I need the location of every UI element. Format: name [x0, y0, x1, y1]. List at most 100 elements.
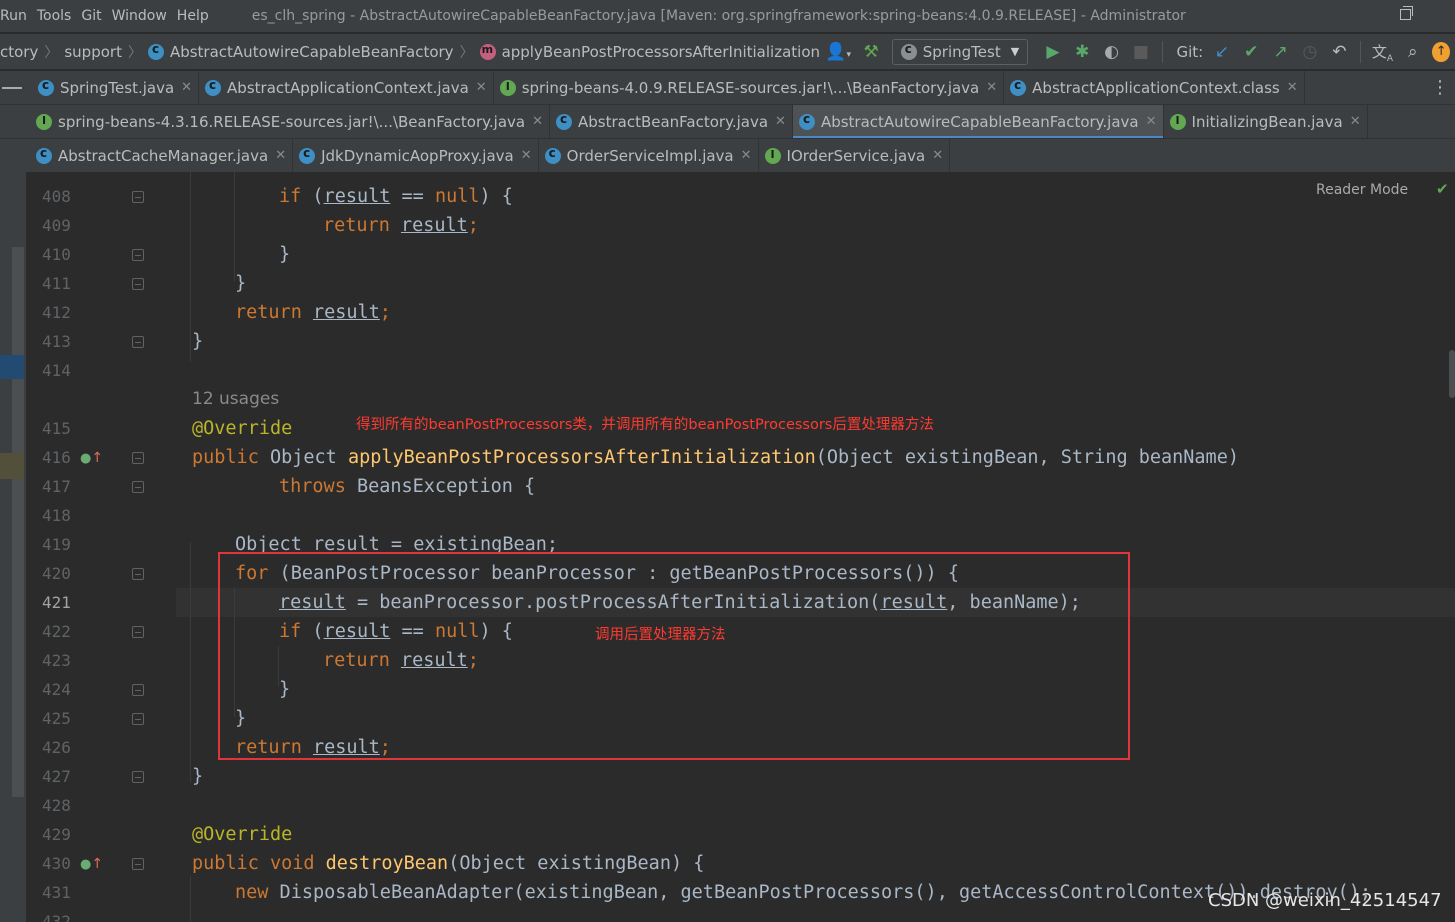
code-line-412[interactable]: return result;: [235, 298, 391, 327]
rollback-icon[interactable]: ↶: [1330, 41, 1349, 63]
fold-icon[interactable]: [132, 336, 144, 348]
fold-icon[interactable]: [132, 568, 144, 580]
chevron-right-icon: 〉: [44, 44, 59, 61]
fold-icon[interactable]: [132, 626, 144, 638]
close-icon[interactable]: ✕: [932, 148, 943, 163]
search-icon[interactable]: ⌕: [1403, 41, 1422, 63]
tab-label: AbstractBeanFactory.java: [578, 112, 769, 131]
keyword: public: [192, 853, 259, 874]
interface-icon: [1169, 113, 1186, 130]
code-line-427[interactable]: }: [192, 762, 203, 791]
update-notification-icon[interactable]: ↑: [1432, 41, 1451, 62]
vertical-scrollbar[interactable]: [1449, 350, 1455, 398]
stop-icon[interactable]: ■: [1131, 41, 1150, 63]
close-icon[interactable]: ✕: [521, 148, 532, 163]
reader-mode-toggle[interactable]: Reader Mode: [1316, 182, 1408, 198]
tab-springtest[interactable]: SpringTest.java ✕: [32, 71, 200, 104]
editor-tabs-row-3: AbstractCacheManager.java ✕ JdkDynamicAop…: [0, 139, 1455, 173]
fold-icon[interactable]: [132, 249, 144, 261]
fold-icon[interactable]: [132, 713, 144, 725]
restore-window-button[interactable]: [1400, 6, 1413, 20]
breadcrumb-class[interactable]: AbstractAutowireCapableBeanFactory: [147, 42, 454, 61]
git-commit-icon[interactable]: ✔: [1242, 41, 1261, 63]
git-push-icon[interactable]: ↗: [1271, 41, 1290, 63]
class-icon: [147, 42, 164, 60]
menu-tools[interactable]: Tools: [32, 8, 77, 24]
code-line-417[interactable]: throws BeansException {: [279, 472, 535, 501]
tab-abstract-application-context-class[interactable]: AbstractApplicationContext.class ✕: [1004, 71, 1305, 104]
menu-run[interactable]: Run: [0, 8, 32, 24]
close-icon[interactable]: ✕: [986, 80, 997, 95]
line-number: 413: [42, 332, 71, 351]
run-configuration-select[interactable]: SpringTest ▼: [891, 38, 1029, 65]
code-line-415[interactable]: @Override: [192, 414, 292, 443]
override-marker-icon[interactable]: ●↑: [80, 450, 103, 466]
tab-initializing-bean[interactable]: InitializingBean.java ✕: [1164, 105, 1368, 138]
tab-iorder-service[interactable]: IOrderService.java ✕: [759, 139, 951, 172]
tab-bean-factory-4316[interactable]: spring-beans-4.3.16.RELEASE-sources.jar!…: [30, 105, 550, 138]
fold-icon[interactable]: [132, 278, 144, 290]
code-line-429[interactable]: @Override: [192, 820, 292, 849]
strip-bar: [12, 247, 24, 797]
fold-icon[interactable]: [132, 481, 144, 493]
close-icon[interactable]: ✕: [775, 114, 786, 129]
breadcrumb-label: AbstractAutowireCapableBeanFactory: [169, 42, 454, 61]
tab-abstract-cache-manager[interactable]: AbstractCacheManager.java ✕: [30, 139, 294, 172]
code-line-416[interactable]: public Object applyBeanPostProcessorsAft…: [192, 443, 1239, 472]
close-icon[interactable]: ✕: [741, 148, 752, 163]
menu-git[interactable]: Git: [76, 8, 106, 24]
more-vertical-icon[interactable]: ⋮: [1431, 77, 1449, 98]
menu-window[interactable]: Window: [107, 8, 172, 24]
code-editor[interactable]: 408 409 410 411 412 413 414 415 416 417 …: [0, 172, 1455, 922]
code-line-408[interactable]: if (result == null) {: [279, 182, 513, 211]
tab-jdk-dynamic-aop-proxy[interactable]: JdkDynamicAopProxy.java ✕: [293, 139, 539, 172]
class-icon: [299, 146, 316, 164]
class-icon: [36, 146, 52, 164]
breadcrumb-package[interactable]: ctory: [0, 43, 38, 61]
method-name: applyBeanPostProcessorsAfterInitializati…: [347, 447, 816, 468]
close-icon[interactable]: ✕: [275, 148, 286, 163]
menu-help[interactable]: Help: [172, 8, 214, 24]
build-hammer-icon[interactable]: ⚒: [861, 41, 880, 63]
inspection-ok-icon[interactable]: ✔: [1436, 180, 1449, 198]
tab-scroll-left[interactable]: [2, 86, 22, 89]
fold-icon[interactable]: [132, 452, 144, 464]
user-icon[interactable]: 👤▾: [825, 41, 851, 63]
translate-icon[interactable]: 文A: [1372, 41, 1393, 64]
tab-abstract-autowire-capable-bean-factory[interactable]: AbstractAutowireCapableBeanFactory.java ✕: [792, 105, 1164, 138]
tab-order-service-impl[interactable]: OrderServiceImpl.java ✕: [539, 139, 759, 172]
usages-hint[interactable]: 12 usages: [192, 385, 279, 414]
code-line-430[interactable]: public void destroyBean(Object existingB…: [192, 849, 704, 878]
tab-abstract-application-context-java[interactable]: AbstractApplicationContext.java ✕: [199, 71, 494, 104]
close-icon[interactable]: ✕: [1350, 114, 1361, 129]
breadcrumb-method[interactable]: applyBeanPostProcessorsAfterInitializati…: [479, 43, 820, 61]
breadcrumb-support[interactable]: support: [64, 43, 122, 61]
history-icon[interactable]: ◷: [1300, 41, 1319, 63]
close-icon[interactable]: ✕: [532, 114, 543, 129]
code-line-431[interactable]: new DisposableBeanAdapter(existingBean, …: [235, 878, 1371, 907]
fold-icon[interactable]: [132, 191, 144, 203]
fold-icon[interactable]: [132, 684, 144, 696]
close-icon[interactable]: ✕: [476, 80, 487, 95]
method-name: destroyBean: [325, 853, 449, 874]
tab-bean-factory-409[interactable]: spring-beans-4.0.9.RELEASE-sources.jar!\…: [494, 71, 1005, 104]
fold-icon[interactable]: [132, 858, 144, 870]
tab-abstract-bean-factory[interactable]: AbstractBeanFactory.java ✕: [550, 105, 793, 138]
line-number: 432: [42, 912, 71, 922]
keyword: new: [235, 882, 269, 903]
close-icon[interactable]: ✕: [1146, 114, 1157, 129]
debug-bug-icon[interactable]: ✱: [1073, 41, 1092, 63]
fold-icon[interactable]: [132, 771, 144, 783]
override-marker-icon[interactable]: ●↑: [80, 856, 103, 872]
interface-icon: [36, 113, 52, 130]
close-icon[interactable]: ✕: [1287, 80, 1298, 95]
close-icon[interactable]: ✕: [181, 80, 192, 95]
run-icon[interactable]: ▶: [1043, 41, 1062, 63]
code-line-410[interactable]: }: [279, 240, 290, 269]
code-line-411[interactable]: }: [235, 269, 246, 298]
coverage-icon[interactable]: ◐: [1102, 41, 1121, 63]
code-line-413[interactable]: }: [192, 327, 203, 356]
tab-label: AbstractAutowireCapableBeanFactory.java: [820, 112, 1139, 131]
code-line-409[interactable]: return result;: [323, 211, 479, 240]
git-update-icon[interactable]: ↙: [1212, 41, 1231, 63]
